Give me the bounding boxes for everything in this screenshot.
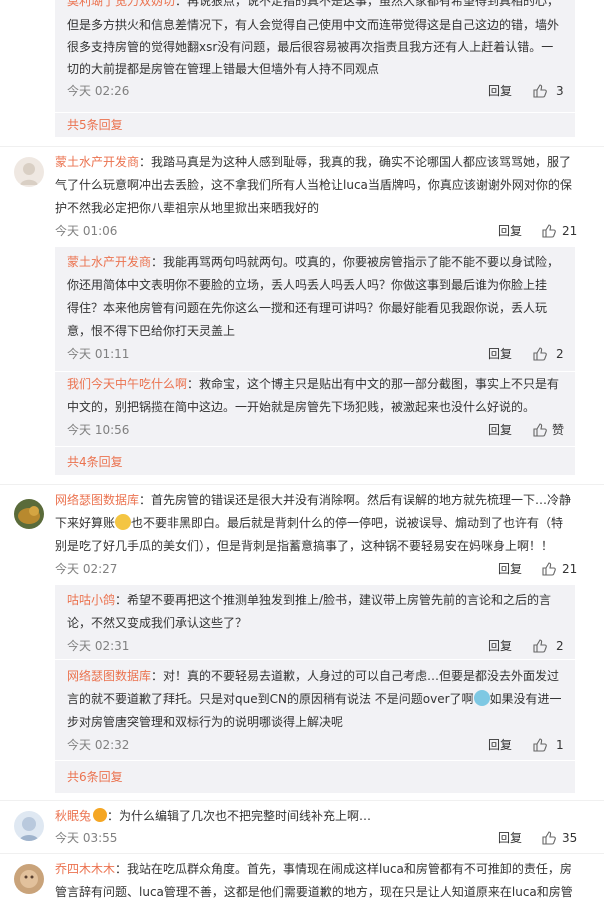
more-replies-bg: [55, 761, 575, 793]
reply-username[interactable]: 蒙土水产开发商: [67, 255, 151, 269]
reply-text: 蒙土水产开发商：我能再骂两句吗就两句。哎真的，你要被房管指示了能不能不要以身试险…: [67, 255, 560, 269]
like-count: 21: [562, 224, 578, 238]
reply-text-line: 你还用简体中文表明你不要脸的立场，丢人吗丢人吗丢人吗？你做这事到最后谁为你脸上挂: [67, 278, 548, 292]
reply-button[interactable]: 回复: [488, 82, 512, 100]
reply-username[interactable]: 我们今天中午吃什么啊: [67, 377, 187, 391]
more-replies-bg: [55, 447, 575, 475]
reply-button[interactable]: 回复: [498, 560, 522, 578]
crying-emoji-icon: [473, 690, 490, 706]
like-count: 2: [556, 639, 564, 653]
divider: [0, 800, 604, 801]
like-count: 3: [556, 84, 564, 98]
timestamp: 今天 02:32: [67, 738, 130, 752]
laughing-emoji-icon: [115, 514, 132, 530]
like-icon[interactable]: [541, 223, 557, 239]
reply-button[interactable]: 回复: [488, 345, 512, 363]
comment-text-line: 管言辞有问题、luca管理不善，这都是他们需要道歉的地方，现在只是让人知道原来在…: [55, 885, 573, 899]
timestamp: 今天 02:27: [55, 562, 118, 576]
comment-username[interactable]: 秋眠兔: [55, 809, 91, 823]
like-label: 赞: [552, 423, 565, 437]
like-icon[interactable]: [541, 561, 557, 577]
divider: [0, 853, 604, 854]
reply-text-line: 论，不然又变成我们承认这些了？: [67, 616, 248, 630]
avatar[interactable]: [14, 157, 44, 187]
like-count: 1: [556, 738, 564, 752]
reply-button[interactable]: 回复: [498, 829, 522, 847]
reply-text-line: 言的就不要道歉了拜托。只是对que到CN的原因稍有说法 不是问题over了啊 如果…: [67, 690, 562, 706]
reply-button[interactable]: 回复: [498, 222, 522, 240]
more-replies-link[interactable]: 共6条回复: [67, 768, 123, 786]
reply-text: 莫利瑚了宽力双妫切：再说狠点，说不定指的真不是这事，虽然大家都有希望得到真相的心…: [67, 0, 559, 12]
like-icon[interactable]: [532, 83, 548, 99]
like-count: 21: [562, 562, 578, 576]
avatar[interactable]: [14, 864, 44, 894]
like-count: 2: [556, 347, 564, 361]
timestamp: 今天 02:31: [67, 639, 130, 653]
reply-username[interactable]: 莫利瑚了宽力双妫切: [67, 0, 175, 8]
like-icon[interactable]: [532, 422, 548, 438]
reply-button[interactable]: 回复: [488, 421, 512, 439]
reply-text: 网络瑟图数据库：对！真的不要轻易去道歉，人身过的可以自己考虑…但要是都没去外面发…: [67, 669, 560, 683]
avatar[interactable]: [14, 499, 44, 529]
avatar[interactable]: [14, 811, 44, 841]
timestamp: 今天 10:56: [67, 423, 130, 437]
timestamp: 今天 03:55: [55, 831, 118, 845]
reply-button[interactable]: 回复: [488, 637, 512, 655]
comment-text: 乔四木木木：我站在吃瓜群众角度。首先，事情现在闹成这样luca和房管都有不可推卸…: [55, 862, 572, 876]
comment-text-line: 别是吃了好几手瓜的美女们），但是背刺是指蓄意搞事了，这种锅不要轻易安在妈咪身上啊…: [55, 539, 554, 553]
reply-text: 咕咕小鸽：希望不要再把这个推测单独发到推上/脸书，建议带上房管先前的言论和之后的…: [67, 593, 552, 607]
timestamp: 今天 02:26: [67, 84, 130, 98]
reply-text-line: 切的大前提都是房管在管理上错最大但墙外有人持不同观点: [67, 62, 380, 76]
like-icon[interactable]: [541, 830, 557, 846]
like-icon[interactable]: [532, 346, 548, 362]
comment-text-line: 气了什么玩意啊冲出去丢脸，这不拿我们所有人当枪让luca当盾牌吗，你真应该谢谢外…: [55, 178, 572, 192]
timestamp: 今天 01:06: [55, 224, 118, 238]
member-badge-icon: [93, 808, 108, 822]
reply-text-line: 得住？本来他房管有问题在先你这么一搅和还有理可讲吗？你最好能看见我跟你说，丢人玩: [67, 301, 548, 315]
comment-username[interactable]: 乔四木木木: [55, 862, 115, 876]
like-icon[interactable]: [532, 737, 548, 753]
reply-text-line: 意，恨不得下巴给你打天灵盖上: [67, 324, 236, 338]
like-icon[interactable]: [532, 638, 548, 654]
reply-username[interactable]: 咕咕小鸽: [67, 593, 115, 607]
comment-text: 蒙土水产开发商：我踏马真是为这种人感到耻辱，我真的我，确实不论哪国人都应该骂骂她…: [55, 155, 572, 169]
reply-text-line: 但是多方拱火和信息差情况下，有人会觉得自己使用中文而连带觉得这是自己这边的错，墙…: [67, 18, 560, 32]
comment-username[interactable]: 蒙土水产开发商: [55, 155, 139, 169]
reply-text: 我们今天中午吃什么啊：救命宝，这个博主只是贴出有中文的那一部分截图，事实上不只是…: [67, 377, 560, 391]
reply-text-line: 步对房管唐突管理和双标行为的说明哪谈得上解决呢: [67, 715, 344, 729]
reply-username[interactable]: 网络瑟图数据库: [67, 669, 151, 683]
comment-text-line: 下来好算账 也不要非黑即白。最后就是背刺什么的停一停吧，说被误导、煽动到了也许有（…: [55, 514, 564, 530]
reply-button[interactable]: 回复: [488, 736, 512, 754]
comment-text: 秋眠兔 ：为什么编辑了几次也不把完整时间线补充上啊…: [55, 808, 372, 823]
timestamp: 今天 01:11: [67, 347, 130, 361]
comment-text: 网络瑟图数据库：首先房管的错误还是很大并没有消除啊。然后有误解的地方就先梳理一下…: [55, 493, 572, 507]
more-replies-link[interactable]: 共5条回复: [67, 116, 123, 134]
divider: [0, 484, 604, 485]
reply-text-line: 很多支持房管的觉得她翻xsr没有问题，最后很容易被再次指责且我方还有人上赶着认错…: [67, 40, 554, 54]
more-replies-bg: [55, 113, 575, 137]
divider: [0, 146, 604, 147]
comment-username[interactable]: 网络瑟图数据库: [55, 493, 139, 507]
reply-text-line: 中文的，别把锅揽在简中这边。一开始就是房管先下场犯贱，被激起来也没什么好说的。: [67, 400, 536, 414]
comment-text-line: 护不然我必定把你八辈祖宗从地里掀出来晒我好的: [55, 201, 320, 215]
more-replies-link[interactable]: 共4条回复: [67, 453, 123, 471]
like-count: 35: [562, 831, 578, 845]
